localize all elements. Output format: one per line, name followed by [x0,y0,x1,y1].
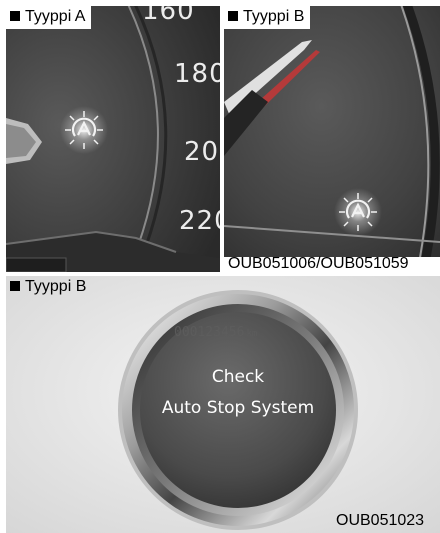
odometer-digits: 000123456 [174,325,245,340]
panel-type-b-bottom: 000123456 km Check Auto Stop System Tyypp… [6,276,440,533]
bullet-square-icon [10,281,20,291]
gauge-cluster-b [224,6,440,257]
panel-type-a: 160 180 20 220 Tyyppi A [6,6,220,272]
type-b-top-label-text: Tyyppi B [243,8,305,25]
figure-code-bottom: OUB051023 [336,512,425,529]
display-message-line2: Auto Stop System [161,398,315,418]
type-b-top-label: Tyyppi B [224,6,311,29]
auto-stop-warning-icon [339,193,377,231]
speed-mark-220: 220 [179,206,220,236]
odometer-faint-digits: 000123456 km [174,325,257,340]
display-message-line1: Check [211,367,265,387]
type-b-bottom-label-text: Tyyppi B [25,278,87,295]
figure-code-top: OUB051006/OUB051059 [228,255,409,272]
bullet-square-icon [10,11,20,21]
type-b-bottom-label: Tyyppi B [6,276,92,299]
type-a-label: Tyyppi A [6,6,92,29]
speed-mark-160: 160 [142,6,195,26]
speed-mark-200: 20 [184,137,220,167]
type-a-label-text: Tyyppi A [25,8,86,25]
bullet-square-icon [228,11,238,21]
speed-mark-180: 180 [174,59,220,89]
auto-stop-warning-icon [65,111,103,149]
odometer-unit: km [246,329,258,339]
panel-type-b-top: Tyyppi B [224,6,440,257]
